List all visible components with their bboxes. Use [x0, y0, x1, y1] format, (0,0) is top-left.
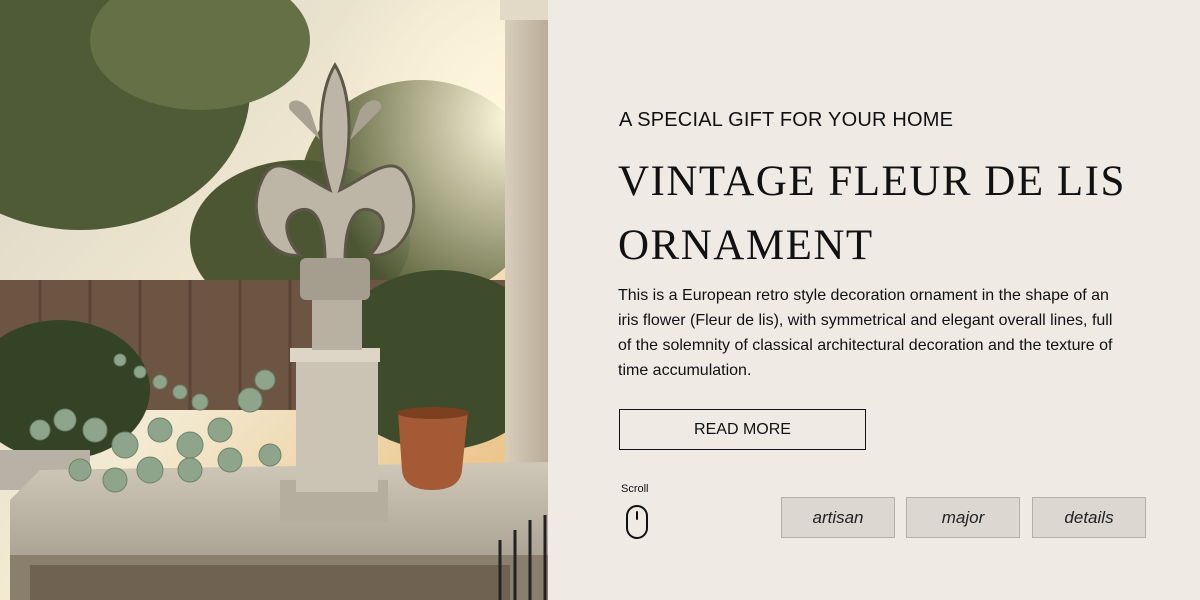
- title-line-1: VINTAGE FLEUR DE LIS: [618, 158, 1126, 205]
- scroll-label: Scroll: [621, 483, 649, 495]
- tag-major[interactable]: major: [906, 497, 1020, 538]
- product-photo: [0, 0, 548, 600]
- title-line-2: ORNAMENT: [618, 222, 874, 269]
- eyebrow-text: A SPECIAL GIFT FOR YOUR HOME: [619, 109, 954, 131]
- tag-artisan[interactable]: artisan: [781, 497, 895, 538]
- fleur-de-lis-photo: [0, 0, 548, 600]
- read-more-button[interactable]: READ MORE: [619, 409, 866, 450]
- mouse-icon[interactable]: [625, 504, 649, 540]
- content-panel: A SPECIAL GIFT FOR YOUR HOME VINTAGE FLE…: [548, 0, 1200, 600]
- tag-details[interactable]: details: [1032, 497, 1146, 538]
- page-title: VINTAGE FLEUR DE LIS ORNAMENT: [618, 150, 1178, 278]
- product-description: This is a European retro style decoratio…: [618, 287, 1113, 379]
